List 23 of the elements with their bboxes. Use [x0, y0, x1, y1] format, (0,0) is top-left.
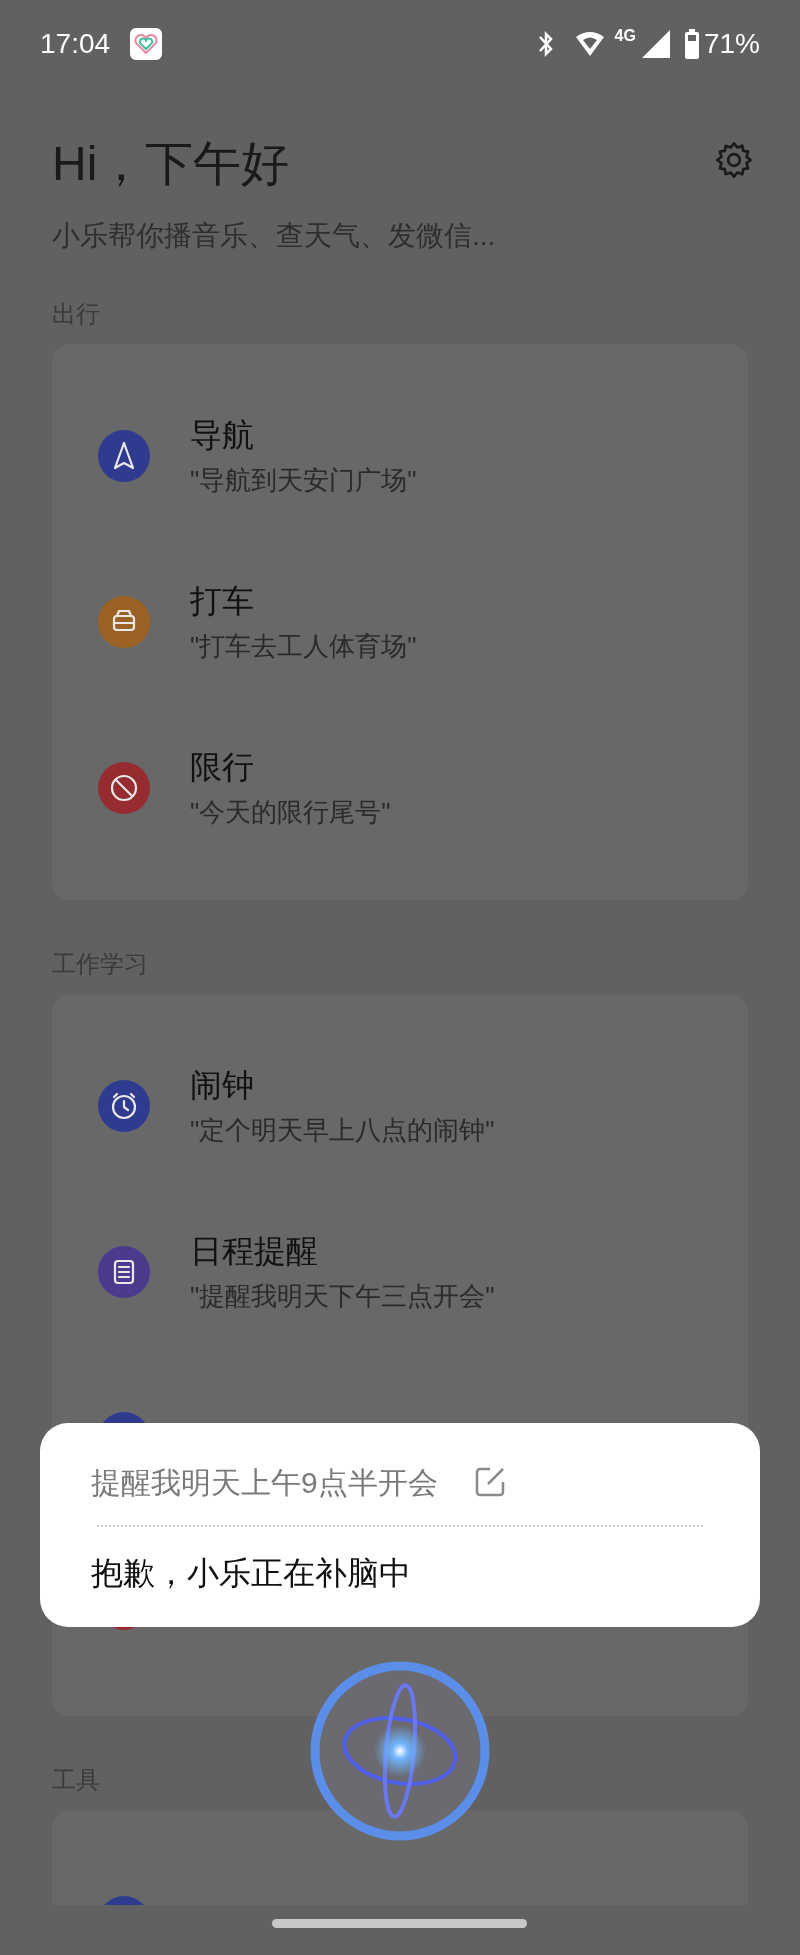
example-phrase: "打车去工人体育场" [190, 630, 417, 663]
edit-button[interactable] [473, 1466, 506, 1498]
example-phrase: "提醒我明天下午三点开会" [190, 1280, 495, 1313]
feature-title[interactable]: 打车 [190, 581, 417, 621]
feature-title[interactable]: 限行 [190, 747, 391, 787]
reply-text: 抱歉，小乐正在补脑中 [91, 1554, 412, 1593]
feature-title[interactable]: 闹钟 [190, 1065, 495, 1105]
heart-app-icon [130, 28, 163, 60]
signal-icon [641, 30, 670, 58]
example-phrase: "定个明天早上八点的闹钟" [190, 1114, 495, 1147]
query-text: 提醒我明天上午9点半开会 [91, 1464, 438, 1501]
example-phrase: "今天的限行尾号" [190, 796, 391, 829]
voice-assistant-orb-icon[interactable] [308, 1659, 492, 1843]
network-type: 4G [614, 26, 636, 46]
battery-level: 71% [703, 27, 760, 61]
feature-title[interactable]: 日程提醒 [190, 1231, 495, 1271]
settings-icon [714, 140, 754, 180]
example-phrase: "导航到天安门广场" [190, 464, 417, 497]
battery-icon [683, 29, 700, 59]
feature-title[interactable]: 导航 [190, 415, 417, 455]
edit-icon [473, 1466, 506, 1498]
status-time: 17:04 [40, 27, 111, 61]
greeting-title: Hi，下午好 [52, 136, 291, 192]
